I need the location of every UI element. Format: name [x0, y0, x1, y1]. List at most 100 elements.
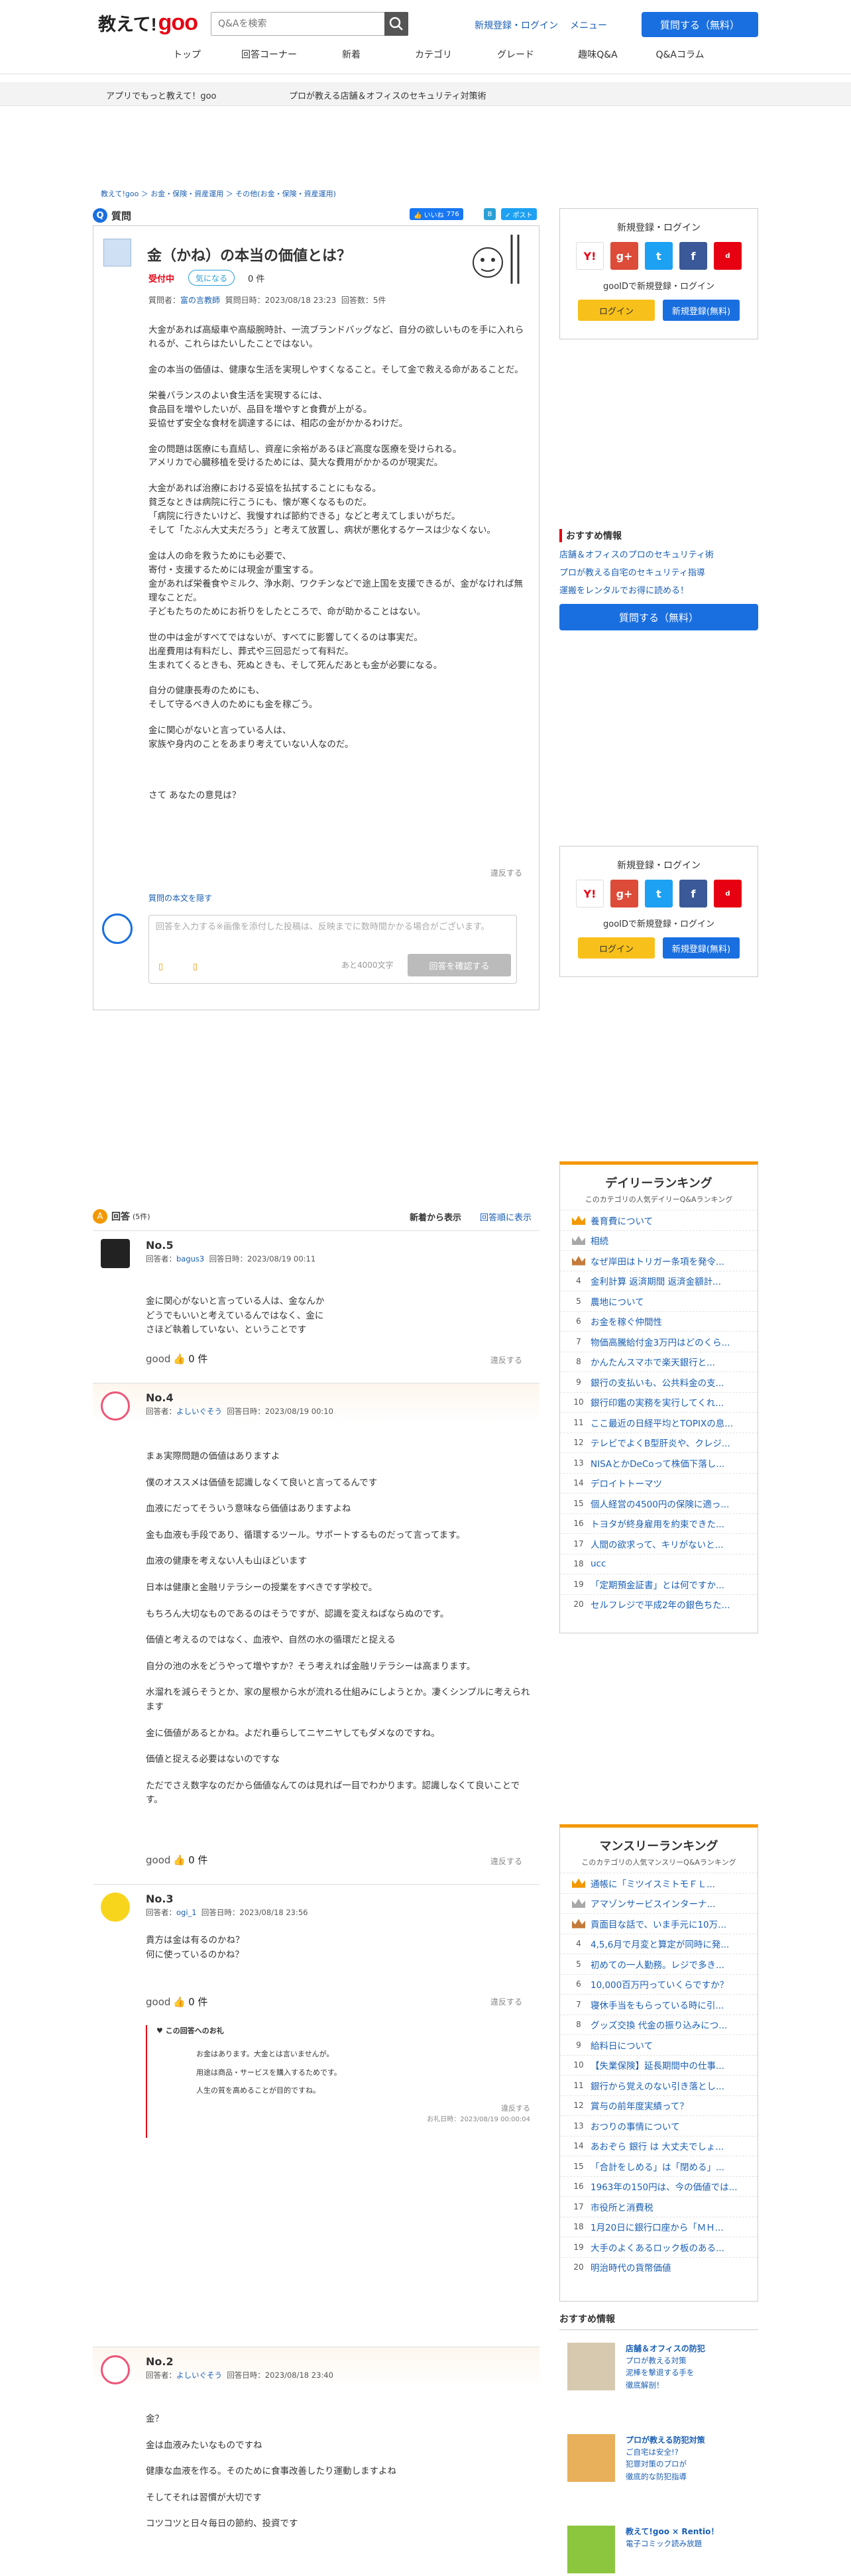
- ranking-item[interactable]: 相続: [560, 1230, 758, 1251]
- ranking-item[interactable]: 8 かんたんスマホで楽天銀行と...: [560, 1351, 758, 1372]
- ranking-item[interactable]: 10 銀行印鑑の実務を実行してくれ...: [560, 1391, 758, 1413]
- ranking-item[interactable]: 9 給料日について: [560, 2034, 758, 2055]
- rec-item[interactable]: プロが教える自宅のセキュリティ指導: [559, 565, 758, 578]
- ranking-item[interactable]: 17 市役所と消費税: [560, 2196, 758, 2217]
- emoji-icon[interactable]: ▯: [193, 962, 198, 972]
- ranking-item[interactable]: 7 物価高騰給付金3万円はどのくら...: [560, 1331, 758, 1352]
- login-link[interactable]: 新規登録・ログイン: [475, 21, 558, 31]
- ranking-item[interactable]: 6 お金を稼ぐ仲間性: [560, 1311, 758, 1332]
- ranking-item[interactable]: 13 NISAとかDeCoって株価下落し...: [560, 1452, 758, 1473]
- ranking-item[interactable]: 11 銀行から覚えのない引き落とし...: [560, 2075, 758, 2095]
- ranking-item[interactable]: 12 賞与の前年度実績って？: [560, 2095, 758, 2116]
- asker-name[interactable]: 富の言教師: [180, 296, 220, 305]
- register-button[interactable]: 新規登録(無料): [663, 937, 740, 959]
- recommend-item[interactable]: 教えて!goo × Rentio！ 電子コミック読み放題: [559, 2522, 758, 2576]
- image-icon[interactable]: ▯: [158, 962, 163, 972]
- answerer-name[interactable]: ogi_1: [176, 1908, 197, 1917]
- ranking-item[interactable]: 4 4,5,6月で月変と算定が同時に発...: [560, 1933, 758, 1954]
- ranking-item[interactable]: アマゾンサービスインターナ...: [560, 1893, 758, 1914]
- good-button[interactable]: good 👍 0 件: [146, 1995, 207, 2009]
- google-login-icon[interactable]: g+: [610, 880, 638, 907]
- report-link[interactable]: 違反する: [490, 1354, 522, 1366]
- ranking-item[interactable]: 19 大手のよくあるロック板のある...: [560, 2237, 758, 2257]
- login-button[interactable]: ログイン: [578, 300, 655, 321]
- tweet-button[interactable]: ✓ ポスト: [501, 208, 537, 220]
- follow-button[interactable]: 気になる: [188, 270, 235, 286]
- ranking-item[interactable]: 6 10,000百万円っていくらですか？: [560, 1973, 758, 1995]
- nav-column[interactable]: Q&Aコラム: [639, 48, 721, 61]
- docomo-login-icon[interactable]: d: [714, 242, 742, 270]
- breadcrumb[interactable]: 教えて!goo ＞ お金・保険・資産運用 ＞ その他(お金・保険・資産運用): [101, 188, 336, 199]
- ranking-item[interactable]: 18 ucc: [560, 1553, 758, 1574]
- confirm-answer-button[interactable]: 回答を確認する: [408, 954, 511, 976]
- nav-grade[interactable]: グレード: [475, 48, 557, 61]
- bookmark-icon[interactable]: B: [484, 208, 496, 220]
- recommend-item[interactable]: 店舗＆オフィスの防犯 プロが教える対策 泥棒を撃退する手を 徹底解剖！: [559, 2339, 758, 2393]
- register-button[interactable]: 新規登録(無料): [663, 300, 740, 321]
- ranking-item[interactable]: 5 初めての一人勤務。レジで多き...: [560, 1954, 758, 1974]
- menu-link[interactable]: メニュー: [570, 21, 607, 31]
- rec-item[interactable]: 店舗＆オフィスのプロのセキュリティ術: [559, 548, 758, 560]
- site-logo[interactable]: 教えて! goo: [98, 9, 198, 36]
- tab-newest[interactable]: 新着から表示: [410, 1210, 461, 1223]
- ranking-item[interactable]: 15 「合計をしめる」は「閉める」...: [560, 2156, 758, 2176]
- ranking-item[interactable]: 17 人間の欲求って、キリがないと...: [560, 1533, 758, 1554]
- docomo-login-icon[interactable]: d: [714, 880, 742, 907]
- sidebar-ask-button[interactable]: 質問する（無料）: [559, 604, 758, 630]
- search-input[interactable]: [211, 13, 384, 35]
- facebook-like-button[interactable]: 👍 いいね 776: [410, 208, 463, 220]
- ranking-item[interactable]: 20 明治時代の貨幣価値: [560, 2256, 758, 2278]
- login-button[interactable]: ログイン: [578, 937, 655, 959]
- ranking-item[interactable]: 14 あおぞら 銀行 は 大丈夫でしょ...: [560, 2135, 758, 2156]
- ranking-item[interactable]: 7 寝休手当をもらっている時に引...: [560, 1994, 758, 2015]
- google-login-icon[interactable]: g+: [610, 242, 638, 270]
- ranking-item[interactable]: 18 1月20日に銀行口座から「ＭＨ...: [560, 2216, 758, 2237]
- recommend-item[interactable]: プロが教える防犯対策 ご自宅は安全!? 犯罪対策のプロが 徹底的な防犯指導: [559, 2430, 758, 2485]
- tab-oldest[interactable]: 回答順に表示: [480, 1210, 532, 1223]
- facebook-login-icon[interactable]: f: [679, 242, 707, 270]
- answerer-name[interactable]: bagus3: [176, 1254, 204, 1263]
- answerer-name[interactable]: よしいぐそう: [176, 2371, 222, 2380]
- ranking-item[interactable]: 5 農地について: [560, 1291, 758, 1311]
- ranking-item[interactable]: なぜ岸田はトリガー条項を発令...: [560, 1250, 758, 1271]
- ranking-item[interactable]: 15 個人経営の4500円の保険に適っ...: [560, 1493, 758, 1513]
- hide-body-link[interactable]: 質問の本文を隠す: [148, 892, 212, 904]
- yahoo-login-icon[interactable]: Y!: [576, 242, 604, 270]
- ask-question-button[interactable]: 質問する（無料）: [642, 12, 758, 37]
- ranking-item[interactable]: 12 テレビでよくB型肝炎や、クレジ...: [560, 1432, 758, 1453]
- search-button[interactable]: [384, 12, 408, 36]
- ranking-item[interactable]: 16 トヨタが終身雇用を約束できた...: [560, 1513, 758, 1534]
- good-button[interactable]: good 👍 0 件: [146, 1853, 207, 1867]
- nav-new[interactable]: 新着: [310, 48, 392, 61]
- nav-top[interactable]: トップ: [146, 48, 228, 61]
- ranking-item[interactable]: 4 金利計算 返済期間 返済金額計...: [560, 1270, 758, 1291]
- pro-link[interactable]: プロが教える店舗＆オフィスのセキュリティ対策術: [289, 89, 486, 101]
- app-link[interactable]: アプリでもっと教えて！goo: [106, 89, 217, 101]
- twitter-login-icon[interactable]: t: [645, 242, 673, 270]
- ranking-item[interactable]: 通帳に「ミツイスミトモＦＬ...: [560, 1873, 758, 1893]
- answerer-name[interactable]: よしいぐそう: [176, 1407, 222, 1416]
- ranking-item[interactable]: 19 「定期預金証書」とは何ですか...: [560, 1574, 758, 1594]
- nav-category[interactable]: カテゴリ: [392, 48, 475, 61]
- nav-answer[interactable]: 回答コーナー: [228, 48, 310, 61]
- ranking-item[interactable]: 11 ここ最近の日経平均とTOPIXの息...: [560, 1412, 758, 1433]
- facebook-login-icon[interactable]: f: [679, 880, 707, 907]
- answer-input[interactable]: 回答を入力する※画像を添付した投稿は、反映までに数時間かかる場合がございます。: [156, 921, 500, 935]
- ranking-item[interactable]: 8 グッズ交換 代金の振り込みにつ...: [560, 2014, 758, 2035]
- ranking-item[interactable]: 9 銀行の支払いも、公共料金の支...: [560, 1372, 758, 1392]
- twitter-login-icon[interactable]: t: [645, 880, 673, 907]
- ranking-item[interactable]: 10 【失業保険】延長期間中の仕事...: [560, 2054, 758, 2076]
- yahoo-login-icon[interactable]: Y!: [576, 880, 604, 907]
- report-link[interactable]: 違反する: [490, 1996, 522, 2007]
- ranking-item[interactable]: 13 おつりの事情について: [560, 2115, 758, 2136]
- nav-hobby[interactable]: 趣味Q&A: [557, 48, 639, 61]
- ranking-item[interactable]: 14 デロイトトーマツ: [560, 1472, 758, 1493]
- ranking-item[interactable]: 20 セルフレジで平成2年の銀色ちた...: [560, 1594, 758, 1615]
- ranking-item[interactable]: 養育費について: [560, 1210, 758, 1230]
- report-link[interactable]: 違反する: [490, 1855, 522, 1867]
- report-link[interactable]: 違反する: [490, 867, 522, 878]
- ranking-item[interactable]: 16 1963年の150円は、今の価値では...: [560, 2176, 758, 2197]
- ranking-item[interactable]: 貢面目な話で、いま手元に10万...: [560, 1913, 758, 1934]
- good-button[interactable]: good 👍 0 件: [146, 1352, 207, 1366]
- rec-item[interactable]: 運搬をレンタルでお得に読める！: [559, 583, 758, 596]
